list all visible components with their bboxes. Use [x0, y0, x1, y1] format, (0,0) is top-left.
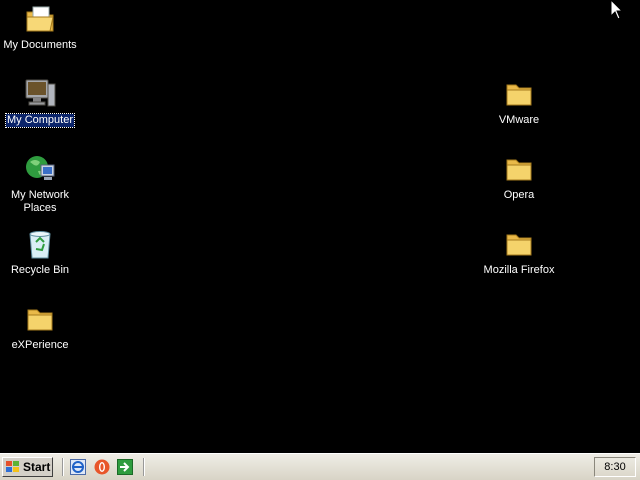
- desktop-icon-recycle-bin[interactable]: Recycle Bin: [1, 228, 79, 278]
- desktop-icon-label: Mozilla Firefox: [483, 264, 555, 276]
- desktop-icon-vmware[interactable]: VMware: [480, 78, 558, 128]
- desktop-icon-experience[interactable]: eXPerience: [1, 303, 79, 353]
- my-computer-icon: [24, 78, 56, 110]
- mouse-cursor-icon: [611, 0, 623, 20]
- folder-icon: [503, 228, 535, 260]
- recycle-bin-icon: [24, 228, 56, 260]
- desktop-icon-my-computer[interactable]: My Computer: [1, 78, 79, 128]
- start-button-label: Start: [23, 460, 51, 474]
- desktop-icon-label: VMware: [498, 114, 540, 126]
- taskbar-separator: [143, 458, 145, 476]
- clock-time: 8:30: [604, 461, 626, 473]
- folder-icon: [503, 78, 535, 110]
- desktop-icon-label: Recycle Bin: [10, 264, 70, 276]
- my-documents-icon: [24, 3, 56, 35]
- network-places-icon: [24, 153, 56, 185]
- desktop-icon-opera[interactable]: Opera: [480, 153, 558, 203]
- opera-browser-icon[interactable]: [94, 459, 110, 475]
- desktop-icon-label: My Documents: [3, 39, 77, 51]
- desktop-icon-my-network-places[interactable]: My Network Places: [1, 153, 79, 216]
- internet-explorer-icon[interactable]: [70, 459, 86, 475]
- desktop-icon-label: My Computer: [4, 113, 76, 128]
- desktop-icon-my-documents[interactable]: My Documents: [1, 3, 79, 53]
- folder-icon: [24, 303, 56, 335]
- folder-icon: [503, 153, 535, 185]
- desktop-icon-label: eXPerience: [11, 339, 69, 351]
- taskbar-separator: [62, 458, 64, 476]
- start-button[interactable]: Start: [2, 457, 53, 477]
- show-desktop-arrow-icon[interactable]: [117, 459, 133, 475]
- desktop-icon-label: Opera: [503, 189, 535, 201]
- taskbar: Start 8:30: [0, 453, 640, 480]
- desktop[interactable]: My Documents My Computer My Network Plac: [0, 0, 640, 453]
- desktop-icon-mozilla-firefox[interactable]: Mozilla Firefox: [480, 228, 558, 278]
- system-tray-clock[interactable]: 8:30: [594, 457, 636, 477]
- desktop-icon-label: My Network Places: [10, 189, 70, 214]
- windows-logo-icon: [6, 461, 20, 473]
